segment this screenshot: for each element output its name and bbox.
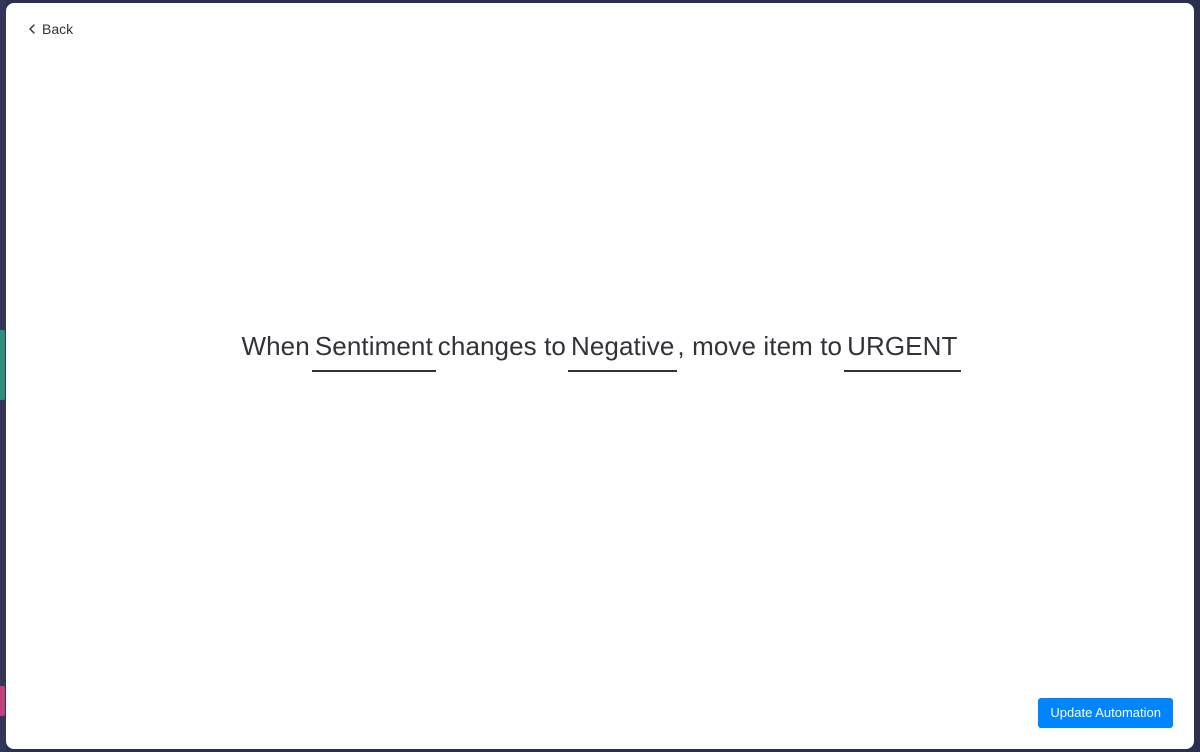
back-label: Back bbox=[42, 21, 74, 37]
sidebar-edge-mark-green bbox=[0, 330, 5, 400]
chevron-left-icon bbox=[29, 24, 35, 34]
recipe-text-move-item-to: , move item to bbox=[677, 331, 843, 361]
recipe-text-when: When bbox=[241, 331, 310, 361]
recipe-text-changes-to: changes to bbox=[437, 331, 566, 361]
recipe-field-value[interactable]: Negative bbox=[568, 331, 678, 373]
automation-editor-modal: Back When Sentiment changes to Negative, mo… bbox=[6, 3, 1194, 749]
recipe-field-column[interactable]: Sentiment bbox=[311, 331, 436, 373]
automation-recipe-sentence: When Sentiment changes to Negative, move it… bbox=[6, 331, 1194, 373]
back-button[interactable]: Back bbox=[26, 18, 73, 40]
update-automation-button[interactable]: Update Automation bbox=[1038, 698, 1173, 728]
recipe-field-group[interactable]: URGENT bbox=[844, 331, 961, 373]
sidebar-edge-mark-pink bbox=[0, 686, 5, 716]
